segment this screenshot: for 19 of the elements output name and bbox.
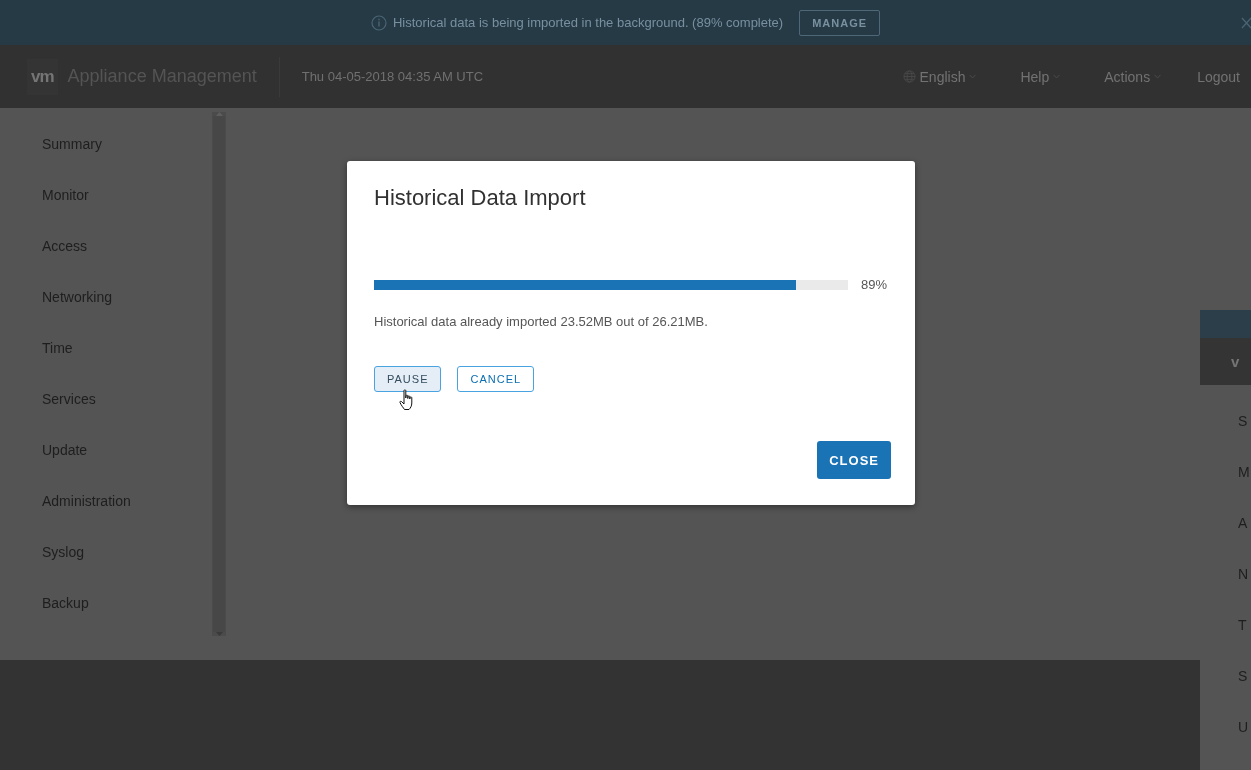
dialog-title: Historical Data Import bbox=[374, 185, 587, 212]
header-menu[interactable]: Help bbox=[1020, 68, 1061, 85]
cancel-button[interactable]: CANCEL bbox=[457, 366, 535, 392]
header-menu[interactable]: Actions bbox=[1104, 68, 1162, 85]
banner-strip bbox=[1200, 310, 1251, 338]
pause-button[interactable]: PAUSE bbox=[374, 366, 442, 392]
progress-percent: 89% bbox=[861, 277, 888, 292]
header-menu[interactable]: English bbox=[902, 68, 977, 85]
close-button[interactable]: CLOSE bbox=[817, 441, 891, 479]
close-icon[interactable] bbox=[1241, 17, 1251, 29]
manage-button[interactable]: MANAGE bbox=[799, 9, 881, 36]
banner-message: Historical data is being imported in the background. (89% complete) bbox=[392, 15, 784, 30]
date-time: Thu 04-05-2018 04:35 AM UTC bbox=[301, 69, 484, 84]
info-icon bbox=[370, 14, 387, 31]
scroll-thumb[interactable] bbox=[213, 116, 225, 632]
vm-logo: v bbox=[1231, 352, 1240, 370]
progress-detail: Historical data already imported 23.52MB out of 26.21MB. bbox=[374, 314, 709, 329]
logout-link[interactable]: Logout bbox=[1197, 68, 1240, 85]
scrollbar[interactable] bbox=[212, 112, 226, 636]
